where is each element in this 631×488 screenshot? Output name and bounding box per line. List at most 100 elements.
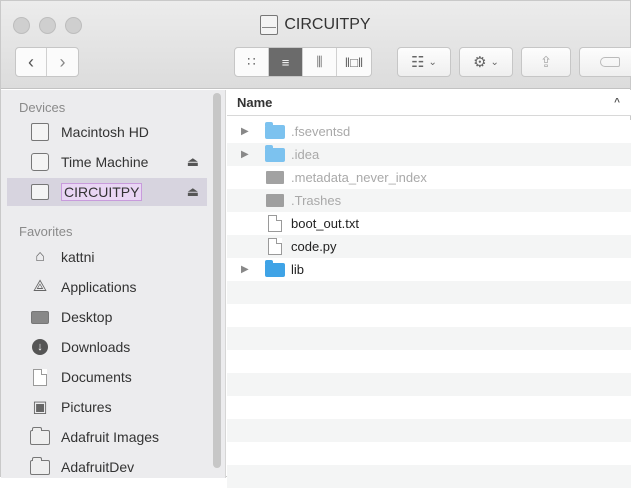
sidebar-section-devices: Devices bbox=[19, 100, 66, 115]
documents-icon bbox=[29, 368, 51, 386]
column-view-icon: ⫼ bbox=[316, 54, 323, 69]
sidebar-item-label: Macintosh HD bbox=[61, 124, 149, 140]
window-title-text: CIRCUITPY bbox=[284, 16, 371, 33]
sidebar-item-kattni[interactable]: ⌂ kattni bbox=[7, 243, 207, 271]
chevron-right-icon: › bbox=[59, 51, 66, 72]
empty-row bbox=[227, 373, 631, 396]
file-name: lib bbox=[291, 262, 305, 277]
sidebar-item-label: Downloads bbox=[61, 339, 131, 355]
drive-icon bbox=[260, 15, 279, 35]
column-header-name[interactable]: Name ^ bbox=[227, 90, 631, 116]
list-item-fseventsd[interactable]: ▶ .fseventsd bbox=[227, 120, 631, 143]
list-item-trashes[interactable]: .Trashes bbox=[227, 189, 631, 212]
home-icon: ⌂ bbox=[35, 248, 45, 265]
tag-icon bbox=[599, 57, 620, 67]
disclosure-triangle-icon[interactable]: ▶ bbox=[241, 126, 253, 137]
list-item-idea[interactable]: ▶ .idea bbox=[227, 143, 631, 166]
eject-icon[interactable]: ⏏ bbox=[187, 154, 199, 170]
document-icon bbox=[265, 238, 285, 255]
window-title: CIRCUITPY bbox=[1, 15, 630, 35]
document-icon bbox=[265, 215, 285, 232]
file-name: .fseventsd bbox=[291, 124, 351, 139]
folder-icon bbox=[265, 144, 285, 163]
list-item-code-py[interactable]: code.py bbox=[227, 235, 631, 258]
column-view-button[interactable]: ⫼ bbox=[303, 48, 337, 76]
dark-folder-icon bbox=[265, 170, 285, 186]
column-header-label: Name bbox=[237, 95, 273, 110]
disclosure-triangle-icon[interactable]: ▶ bbox=[241, 149, 253, 160]
applications-icon: ⟁ bbox=[32, 278, 48, 295]
list-item-metadata-never-index[interactable]: .metadata_never_index bbox=[227, 166, 631, 189]
tag-button[interactable] bbox=[579, 47, 631, 77]
sidebar-item-circuitpy[interactable]: CIRCUITPY ⏏ bbox=[7, 178, 207, 206]
chevron-down-icon: ⌄ bbox=[428, 56, 437, 68]
dark-folder-icon bbox=[265, 193, 285, 209]
external-drive-icon bbox=[29, 183, 51, 201]
sidebar-item-label: kattni bbox=[61, 249, 95, 265]
gear-icon: ⚙ bbox=[473, 54, 487, 71]
desktop-icon bbox=[29, 308, 51, 326]
cover-flow-view-button[interactable]: ‖□‖ bbox=[337, 48, 371, 76]
arrange-button[interactable]: ☷ ⌄ bbox=[397, 47, 451, 77]
empty-row bbox=[227, 419, 631, 442]
folder-icon bbox=[29, 456, 51, 476]
icon-view-icon: ∷ bbox=[247, 54, 256, 69]
downloads-icon: ↓ bbox=[29, 338, 51, 356]
forward-button[interactable]: › bbox=[47, 48, 78, 76]
sidebar-item-label: AdafruitDev bbox=[61, 459, 135, 475]
sidebar-item-label: Adafruit Images bbox=[61, 429, 160, 445]
sort-ascending-icon: ^ bbox=[614, 97, 620, 108]
sidebar-item-macintosh-hd[interactable]: Macintosh HD bbox=[7, 118, 207, 146]
list-view-button[interactable]: ≡ bbox=[269, 48, 303, 76]
sidebar-item-label: Applications bbox=[61, 279, 137, 295]
folder-icon bbox=[29, 426, 51, 446]
grid-arrange-icon: ☷ bbox=[411, 54, 425, 71]
chevron-down-icon: ⌄ bbox=[490, 56, 499, 68]
disclosure-triangle-icon[interactable]: ▶ bbox=[241, 264, 253, 275]
file-name: .idea bbox=[291, 147, 320, 162]
share-button[interactable]: ⇪ bbox=[521, 47, 571, 77]
sidebar-section-favorites: Favorites bbox=[19, 224, 73, 239]
list-item-lib[interactable]: ▶ lib bbox=[227, 258, 631, 281]
file-name: .Trashes bbox=[291, 193, 342, 208]
empty-row bbox=[227, 350, 631, 373]
camera-icon: ▣ bbox=[32, 399, 48, 416]
sidebar-item-label: Documents bbox=[61, 369, 132, 385]
empty-row bbox=[227, 327, 631, 350]
empty-row bbox=[227, 396, 631, 419]
time-machine-icon bbox=[29, 153, 51, 171]
sidebar: Devices Macintosh HD Time Machine ⏏ CIRC… bbox=[1, 90, 226, 478]
sidebar-item-desktop[interactable]: Desktop bbox=[7, 303, 207, 331]
finder-window: CIRCUITPY ‹ › ∷ ≡ ⫼ ‖□‖ ☷ ⌄ ⚙ ⌄ ⇪ Device… bbox=[0, 0, 631, 488]
sidebar-item-label: CIRCUITPY bbox=[61, 183, 143, 201]
chevron-left-icon: ‹ bbox=[28, 51, 34, 72]
file-name: boot_out.txt bbox=[291, 216, 359, 231]
empty-row bbox=[227, 304, 631, 327]
sidebar-item-downloads[interactable]: ↓ Downloads bbox=[7, 333, 207, 361]
icon-view-button[interactable]: ∷ bbox=[235, 48, 269, 76]
list-view-icon: ≡ bbox=[281, 54, 290, 70]
sidebar-item-label: Time Machine bbox=[61, 154, 149, 170]
sidebar-item-applications[interactable]: ⟁ Applications bbox=[7, 273, 207, 301]
cover-flow-icon: ‖□‖ bbox=[344, 54, 364, 70]
sidebar-item-adafruit-images[interactable]: Adafruit Images bbox=[7, 423, 207, 451]
list-item-boot-out-txt[interactable]: boot_out.txt bbox=[227, 212, 631, 235]
share-icon: ⇪ bbox=[539, 54, 553, 71]
back-forward: ‹ › bbox=[15, 47, 79, 77]
sidebar-item-pictures[interactable]: ▣ Pictures bbox=[7, 393, 207, 421]
sidebar-scrollbar[interactable] bbox=[213, 93, 221, 468]
hard-drive-icon bbox=[29, 123, 51, 141]
file-name: code.py bbox=[291, 239, 337, 254]
sidebar-item-label: Pictures bbox=[61, 399, 112, 415]
file-list: Name ^ ▶ .fseventsd ▶ .idea .metadata_ne… bbox=[227, 90, 631, 488]
back-button[interactable]: ‹ bbox=[16, 48, 47, 76]
view-mode-switcher: ∷ ≡ ⫼ ‖□‖ bbox=[234, 47, 372, 77]
sidebar-item-documents[interactable]: Documents bbox=[7, 363, 207, 391]
eject-icon[interactable]: ⏏ bbox=[187, 184, 199, 200]
toolbar: CIRCUITPY ‹ › ∷ ≡ ⫼ ‖□‖ ☷ ⌄ ⚙ ⌄ ⇪ bbox=[1, 1, 631, 89]
folder-icon bbox=[265, 259, 285, 278]
sidebar-item-time-machine[interactable]: Time Machine ⏏ bbox=[7, 148, 207, 176]
action-button[interactable]: ⚙ ⌄ bbox=[459, 47, 513, 77]
file-name: .metadata_never_index bbox=[291, 170, 427, 185]
empty-row bbox=[227, 281, 631, 304]
